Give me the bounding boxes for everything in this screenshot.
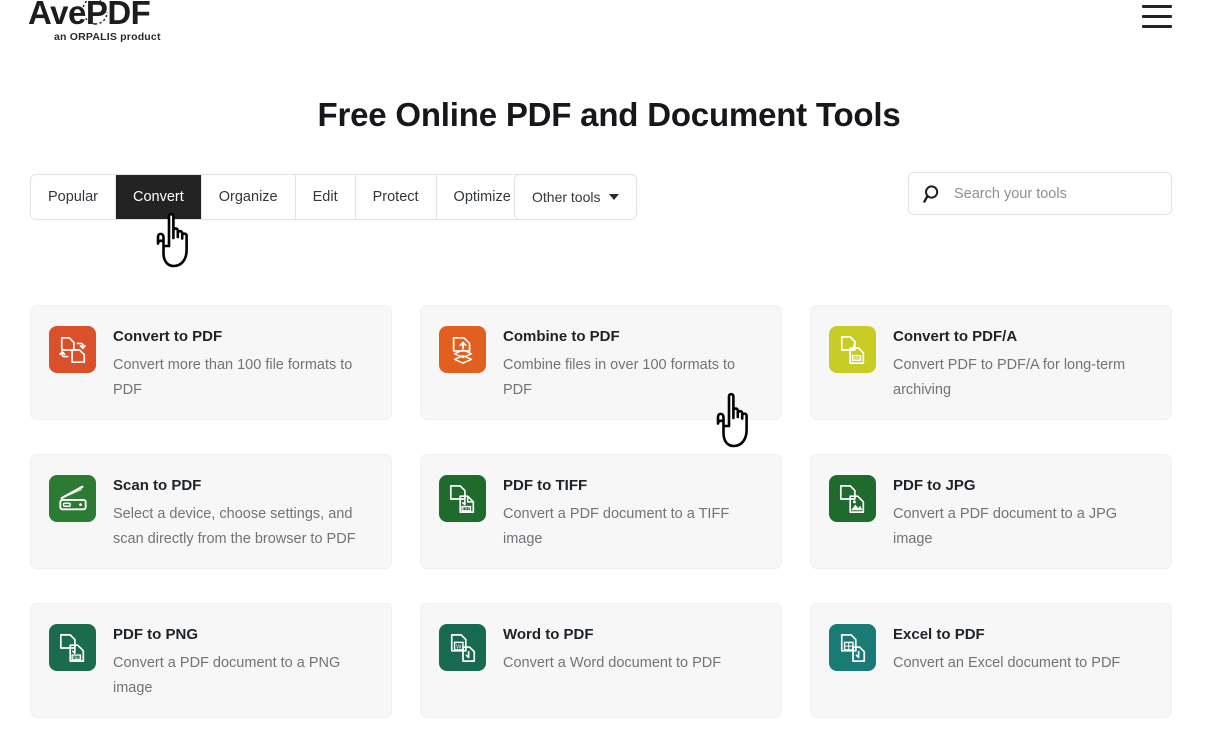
tab-convert[interactable]: Convert <box>115 175 202 219</box>
hamburger-menu-icon[interactable] <box>1142 4 1172 28</box>
tool-card[interactable]: Scan to PDF Select a device, choose setti… <box>30 454 392 569</box>
tool-card-text: PDF to TIFF Convert a PDF document to a T… <box>503 475 763 568</box>
search-box[interactable] <box>908 172 1172 215</box>
tool-card-text: Word to PDF Convert a Word document to PD… <box>503 624 763 717</box>
tab-organize[interactable]: Organize <box>201 175 296 219</box>
tool-card-grid: Convert to PDF Convert more than 100 file… <box>30 305 1188 718</box>
tool-card-description: Convert an Excel document to PDF <box>893 655 1121 671</box>
tool-card[interactable]: Convert to PDF Convert more than 100 file… <box>30 305 392 420</box>
combine-to-pdf-icon <box>439 326 486 373</box>
tool-card-description: Convert a PDF document to a JPG image <box>893 506 1118 547</box>
pdf-to-jpg-icon <box>829 475 876 522</box>
search-input[interactable] <box>954 185 1157 202</box>
tool-card-description: Convert a Word document to PDF <box>503 655 722 671</box>
pdf-to-tiff-icon: TIFF <box>439 475 486 522</box>
tool-card[interactable]: PDFA Convert to PDF/A Convert PDF to PDF/… <box>810 305 1172 420</box>
hamburger-bar <box>1142 24 1172 28</box>
svg-text:PDFA: PDFA <box>851 356 861 360</box>
convert-to-pdfa-icon: PDFA <box>829 326 876 373</box>
tool-card-text: PDF to JPG Convert a PDF document to a JP… <box>893 475 1153 568</box>
tool-card[interactable]: W Word to PDF Convert a Word document to … <box>420 603 782 718</box>
svg-text:TIFF: TIFF <box>462 506 470 510</box>
tool-card-description: Convert a PDF document to a PNG image <box>113 655 341 696</box>
tool-card[interactable]: TIFF PDF to TIFF Convert a PDF document t… <box>420 454 782 569</box>
category-tab-group: Popular Convert Organize Edit Protect Optimiz… <box>30 174 529 220</box>
scanner-icon <box>49 475 96 522</box>
tool-card-title: PDF to JPG <box>893 477 976 494</box>
logo-tagline: an ORPALIS product <box>54 31 161 43</box>
other-tools-label: Other tools <box>532 189 601 205</box>
tool-card-text: Combine to PDF Combine files in over 100 … <box>503 326 763 419</box>
tool-card-title: PDF to TIFF <box>503 477 588 494</box>
tool-card-title: Convert to PDF <box>113 328 223 345</box>
tool-card-title: Excel to PDF <box>893 626 985 643</box>
search-icon <box>923 184 939 203</box>
logo-wordmark: AvePDF <box>28 0 151 31</box>
hamburger-bar <box>1142 14 1172 18</box>
tool-card-description: Convert more than 100 file formats to PD… <box>113 357 353 398</box>
tool-card-description: Convert PDF to PDF/A for long-term archi… <box>893 357 1126 398</box>
avepdf-logo[interactable]: AvePDF an ORPALIS product <box>28 0 208 43</box>
tool-card-text: Scan to PDF Select a device, choose setti… <box>113 475 373 568</box>
tool-card[interactable]: Combine to PDF Combine files in over 100 … <box>420 305 782 420</box>
word-to-pdf-icon: W <box>439 624 486 671</box>
page-root: AvePDF an ORPALIS product Free Online PD… <box>0 0 1218 748</box>
other-tools-button[interactable]: Other tools <box>514 174 638 220</box>
tool-card[interactable]: PNG PDF to PNG Convert a PDF document to … <box>30 603 392 718</box>
tab-protect[interactable]: Protect <box>355 175 437 219</box>
svg-text:PNG: PNG <box>72 655 80 659</box>
tool-card-title: Word to PDF <box>503 626 594 643</box>
tool-card-title: Combine to PDF <box>503 328 620 345</box>
convert-to-pdf-icon <box>49 326 96 373</box>
tool-card-title: Scan to PDF <box>113 477 202 494</box>
excel-to-pdf-icon <box>829 624 876 671</box>
tab-edit[interactable]: Edit <box>295 175 356 219</box>
page-title: Free Online PDF and Document Tools <box>317 96 901 133</box>
hand-cursor-over-convert-tab <box>156 212 188 268</box>
tool-card-text: Convert to PDF/A Convert PDF to PDF/A for… <box>893 326 1153 419</box>
chevron-down-icon <box>609 194 620 200</box>
tool-card-text: PDF to PNG Convert a PDF document to a PN… <box>113 624 373 717</box>
tool-card-description: Convert a PDF document to a TIFF image <box>503 506 730 547</box>
tool-card-title: PDF to PNG <box>113 626 198 643</box>
tool-card-description: Combine files in over 100 formats to PDF <box>503 357 736 398</box>
site-header: AvePDF an ORPALIS product <box>0 0 1218 56</box>
tool-card[interactable]: PDF to JPG Convert a PDF document to a JP… <box>810 454 1172 569</box>
tool-card-title: Convert to PDF/A <box>893 328 1018 345</box>
tool-card-text: Convert to PDF Convert more than 100 file… <box>113 326 373 419</box>
tool-card[interactable]: Excel to PDF Convert an Excel document to… <box>810 603 1172 718</box>
hamburger-bar <box>1142 4 1172 8</box>
tool-card-description: Select a device, choose settings, and sc… <box>113 506 356 547</box>
tab-popular[interactable]: Popular <box>31 175 116 219</box>
tools-toolbar: Popular Convert Organize Edit Protect Optimiz… <box>30 172 1188 220</box>
pdf-to-png-icon: PNG <box>49 624 96 671</box>
svg-text:W: W <box>456 644 462 650</box>
tool-card-text: Excel to PDF Convert an Excel document to… <box>893 624 1153 717</box>
